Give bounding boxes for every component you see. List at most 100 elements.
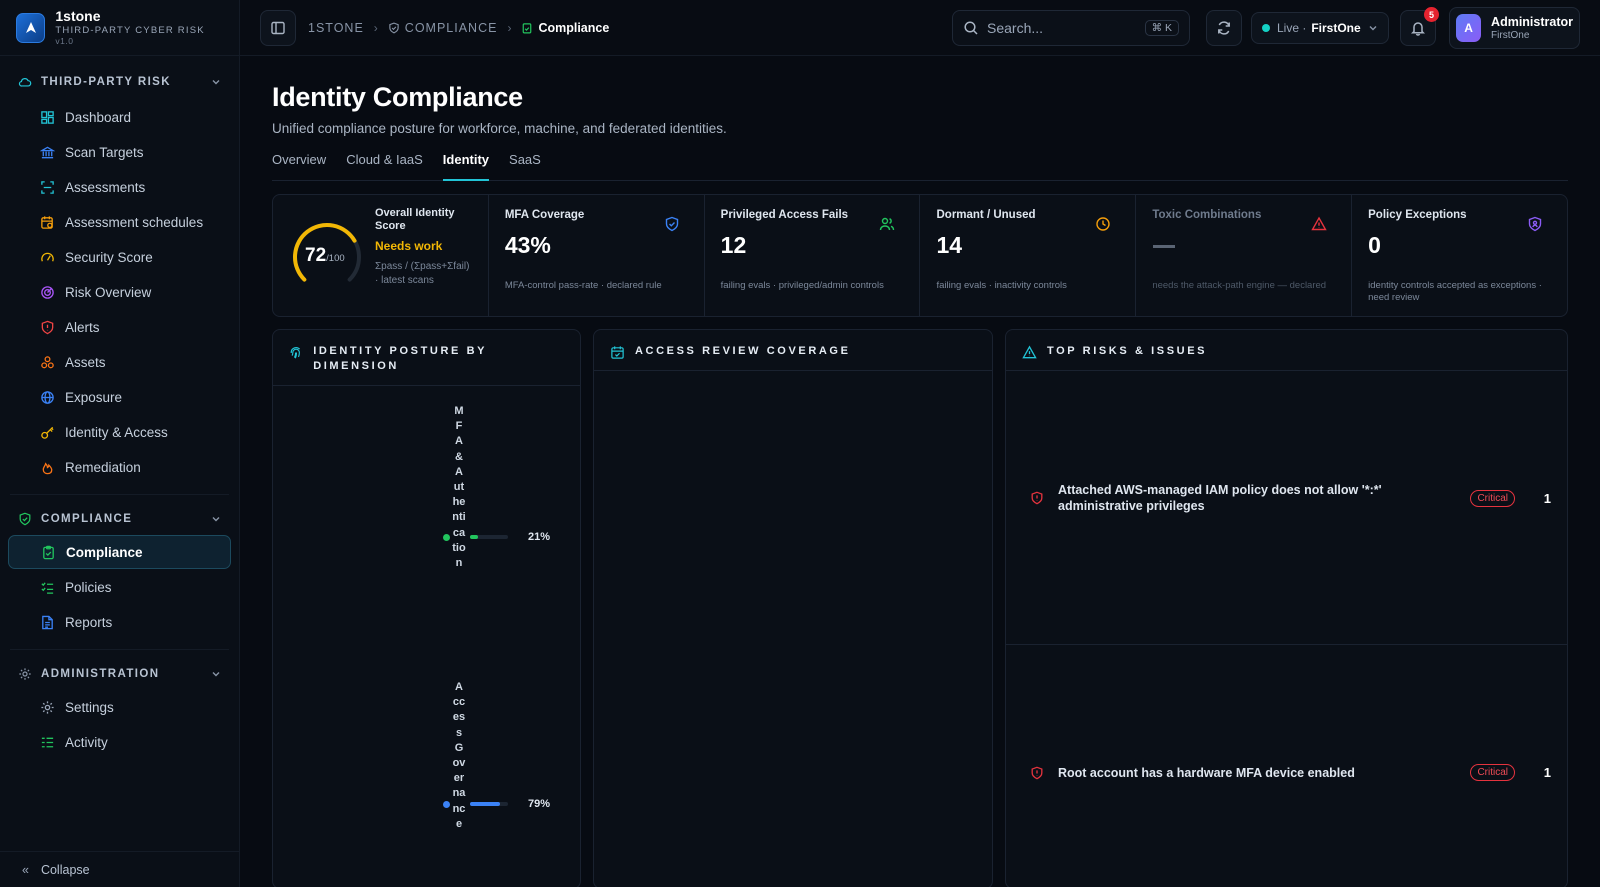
kpi-note: failing evals · inactivity controls — [936, 280, 1067, 291]
sidebar-item-policies[interactable]: Policies — [8, 570, 231, 604]
gear-icon — [39, 699, 55, 715]
sidebar-item-risk-overview[interactable]: Risk Overview — [8, 275, 231, 309]
sidebar-item-label: Risk Overview — [65, 284, 152, 300]
kpi-toxic-combinations: Toxic Combinations needs the attack-path… — [1136, 195, 1353, 316]
breadcrumb-root[interactable]: 1STONE — [308, 21, 364, 35]
breadcrumb-current: Compliance — [521, 21, 609, 35]
sidebar-item-remediation[interactable]: Remediation — [8, 450, 231, 484]
user-menu[interactable]: A Administrator FirstOne — [1449, 7, 1580, 49]
shield-alert-icon — [39, 319, 55, 335]
score-gauge: 72/100 — [291, 219, 363, 299]
brand-logo-icon — [16, 12, 46, 43]
breadcrumb-section-label: COMPLIANCE — [404, 21, 498, 35]
topbar: 1STONE › COMPLIANCE › Compliance Search.… — [240, 0, 1600, 56]
risk-item[interactable]: Attached AWS-managed IAM policy does not… — [1006, 482, 1567, 514]
sidebar-item-security-score[interactable]: Security Score — [8, 240, 231, 274]
sidebar-item-assessment-schedules[interactable]: Assessment schedules — [8, 205, 231, 239]
section-compliance[interactable]: COMPLIANCE — [0, 507, 239, 531]
shield-check-icon — [665, 216, 678, 232]
chevron-down-icon — [212, 80, 220, 85]
panel-title: ACCESS REVIEW COVERAGE — [635, 345, 851, 357]
dimension-label: Access Governance — [452, 681, 466, 830]
env-name: FirstOne — [1311, 21, 1361, 35]
globe-icon — [39, 389, 55, 405]
chevrons-left-icon: « — [22, 862, 29, 877]
sidebar-item-label: Compliance — [66, 544, 143, 560]
section-label: THIRD-PARTY RISK — [41, 76, 171, 88]
sidebar-item-assessments[interactable]: Assessments — [8, 170, 231, 204]
notifications-button[interactable]: 5 — [1400, 7, 1439, 46]
kpi-title: Dormant / Unused — [936, 209, 1036, 221]
sidebar-item-label: Assessments — [65, 179, 146, 195]
kpi-dormant-unused: Dormant / Unused 14 failing evals · inac… — [920, 195, 1137, 316]
panels-row: IDENTITY POSTURE BY DIMENSION MFA & Auth… — [272, 329, 1568, 887]
score-value: 72/100 — [305, 245, 345, 266]
notification-count-badge: 5 — [1424, 7, 1439, 22]
brand-name: 1stone — [55, 8, 101, 24]
sidebar-item-activity[interactable]: Activity — [8, 725, 231, 759]
kpi-strip: 72/100 Overall Identity Score Needs work… — [272, 194, 1568, 317]
risk-title: Attached AWS-managed IAM policy does not… — [1058, 483, 1382, 513]
kpi-mfa-coverage: MFA Coverage 43% MFA-control pass-rate ·… — [489, 195, 705, 316]
dashboard-icon — [39, 109, 55, 125]
top-risks-panel: TOP RISKS & ISSUES Attached AWS-managed … — [1005, 329, 1568, 887]
sidebar-item-dashboard[interactable]: Dashboard — [8, 100, 231, 134]
sidebar-toggle-button[interactable] — [260, 10, 296, 46]
calendar-check-icon — [611, 346, 624, 359]
sidebar-item-label: Settings — [65, 699, 114, 715]
sidebar-item-exposure[interactable]: Exposure — [8, 380, 231, 414]
kpi-value: 12 — [720, 232, 747, 258]
tab-identity[interactable]: Identity — [442, 152, 490, 181]
kpi-value: 0 — [1368, 232, 1381, 258]
clock-icon — [1096, 217, 1111, 231]
tab-saas[interactable]: SaaS — [509, 152, 541, 181]
sidebar-item-assets[interactable]: Assets — [8, 345, 231, 379]
environment-selector[interactable]: Live · FirstOne — [1251, 12, 1389, 44]
sidebar-item-reports[interactable]: Reports — [8, 605, 231, 639]
sidebar-divider — [10, 494, 229, 495]
panel-header: IDENTITY POSTURE BY DIMENSION — [273, 330, 580, 386]
clipboard-check-icon — [523, 23, 532, 34]
brand[interactable]: 1stone THIRD-PARTY CYBER RISK v1.0 — [0, 0, 239, 56]
sidebar-item-label: Policies — [65, 579, 112, 595]
panel-header: TOP RISKS & ISSUES — [1006, 330, 1567, 371]
gauge-icon — [39, 249, 55, 265]
kpi-title: Overall Identity Score — [375, 207, 455, 232]
kpi-note: MFA-control pass-rate · declared rule — [504, 280, 662, 291]
shield-alert-icon — [1031, 766, 1043, 779]
page-title: Identity Compliance — [272, 82, 523, 112]
sidebar-item-label: Reports — [65, 614, 113, 630]
shield-alert-icon — [1031, 491, 1043, 505]
risk-item[interactable]: Root account has a hardware MFA device e… — [1006, 764, 1567, 781]
boxes-icon — [39, 354, 55, 370]
collapse-button[interactable]: « Collapse — [0, 851, 239, 887]
scan-icon — [39, 179, 55, 195]
tab-overview[interactable]: Overview — [272, 152, 326, 181]
warning-triangle-icon — [1311, 216, 1327, 231]
fingerprint-icon — [290, 347, 301, 359]
refresh-button[interactable] — [1206, 10, 1242, 46]
sidebar-item-label: Remediation — [65, 459, 141, 475]
section-administration[interactable]: ADMINISTRATION — [0, 662, 239, 686]
dimension-bar — [470, 802, 508, 806]
tab-cloud-iaas[interactable]: Cloud & IaaS — [346, 152, 423, 181]
brand-subtitle: THIRD-PARTY CYBER RISK — [55, 25, 205, 36]
panel-title: IDENTITY POSTURE BY DIMENSION — [313, 345, 487, 372]
section-third-party-risk[interactable]: THIRD-PARTY RISK — [0, 70, 239, 94]
collapse-label: Collapse — [40, 862, 90, 877]
kpi-title: MFA Coverage — [504, 209, 585, 221]
sidebar-item-compliance[interactable]: Compliance — [8, 535, 231, 569]
bank-icon — [39, 144, 55, 160]
sidebar-item-settings[interactable]: Settings — [8, 690, 231, 724]
sidebar-item-alerts[interactable]: Alerts — [8, 310, 231, 344]
dimension-dot — [443, 533, 450, 541]
search-input[interactable]: Search... ⌘ K — [952, 10, 1190, 46]
env-live-label: Live · — [1277, 21, 1307, 35]
sidebar-item-identity-access[interactable]: Identity & Access — [8, 415, 231, 449]
chevron-down-icon — [212, 672, 220, 677]
sidebar-item-label: Exposure — [65, 389, 123, 405]
sidebar-item-scan-targets[interactable]: Scan Targets — [8, 135, 231, 169]
risk-count: 1 — [1543, 765, 1551, 780]
breadcrumb-section[interactable]: COMPLIANCE — [388, 21, 498, 35]
flame-icon — [39, 459, 55, 475]
